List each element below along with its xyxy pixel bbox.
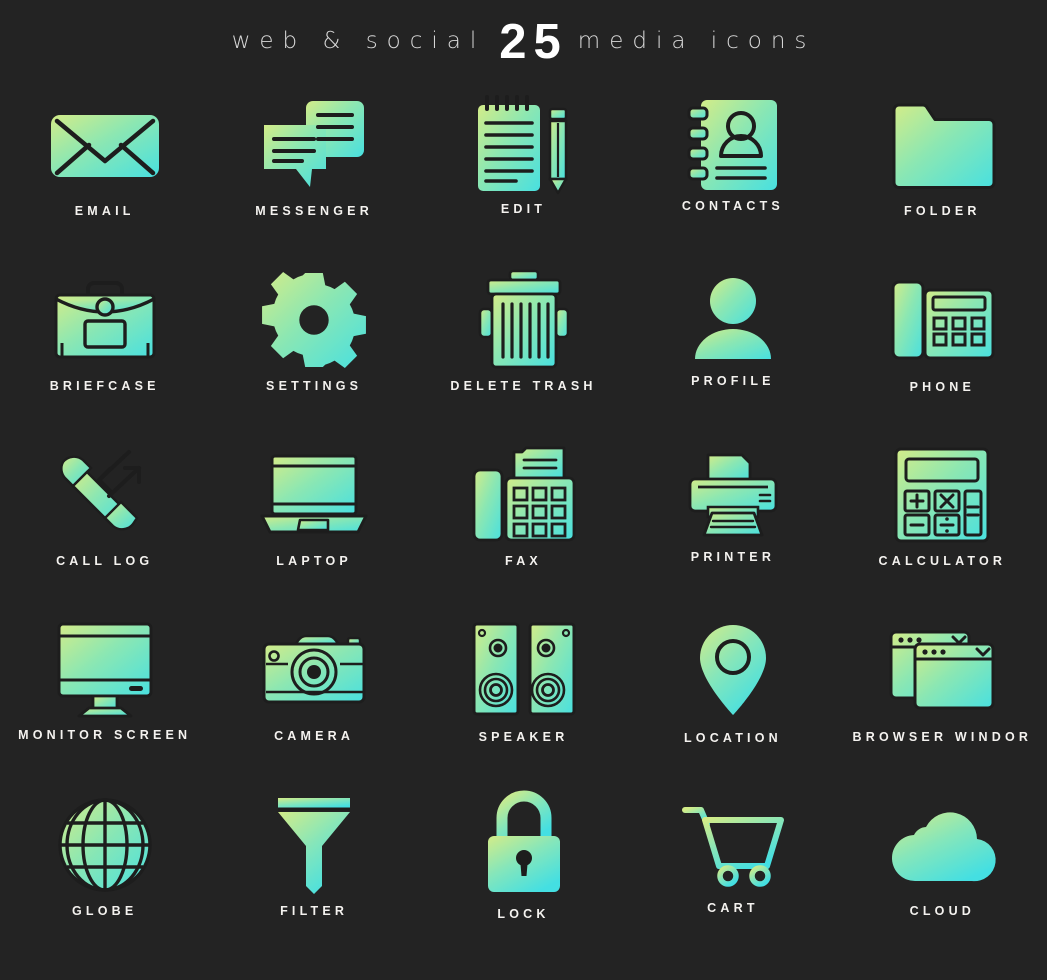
location-pin-icon[interactable] bbox=[697, 611, 769, 729]
icon-cell-filter[interactable]: FILTER bbox=[209, 786, 418, 961]
filter-funnel-icon[interactable] bbox=[276, 786, 352, 904]
icon-cell-messenger[interactable]: MESSENGER bbox=[209, 86, 418, 261]
icon-row: CALL LOG LAPTOP FAX PRINTER CALCULATOR bbox=[0, 436, 1047, 611]
desk-phone-icon[interactable] bbox=[889, 261, 995, 379]
shopping-cart-icon[interactable] bbox=[681, 786, 784, 904]
icon-row: BRIEFCASE SETTINGS DELETE TRASH PROFILE … bbox=[0, 261, 1047, 436]
lock-icon[interactable] bbox=[484, 786, 564, 904]
icon-set-poster: web & social 25 media icons EMAIL MESSEN… bbox=[0, 0, 1047, 980]
icon-label: EDIT bbox=[500, 202, 547, 216]
monitor-icon[interactable] bbox=[55, 611, 155, 729]
icon-label: LOCATION bbox=[683, 731, 782, 745]
icon-cell-edit[interactable]: EDIT bbox=[419, 86, 628, 261]
cloud-icon[interactable] bbox=[890, 786, 996, 904]
icon-label: CALL LOG bbox=[56, 554, 154, 568]
laptop-icon[interactable] bbox=[260, 436, 368, 554]
icon-label: SPEAKER bbox=[478, 730, 569, 744]
edit-icon[interactable] bbox=[476, 86, 572, 204]
email-icon[interactable] bbox=[49, 86, 161, 204]
printer-icon[interactable] bbox=[682, 436, 784, 554]
speaker-icon[interactable] bbox=[472, 611, 576, 729]
icon-cell-monitor-screen[interactable]: MONITOR SCREEN bbox=[0, 611, 209, 786]
icon-label: PRINTER bbox=[690, 550, 776, 564]
icon-label: CLOUD bbox=[909, 904, 976, 918]
fax-icon[interactable] bbox=[472, 436, 576, 554]
browser-window-icon[interactable] bbox=[889, 611, 995, 729]
contacts-icon[interactable] bbox=[685, 86, 781, 204]
header-right-text: media icons bbox=[577, 27, 816, 54]
icon-label: FILTER bbox=[280, 904, 349, 918]
icon-cell-delete-trash[interactable]: DELETE TRASH bbox=[419, 261, 628, 436]
icon-cell-settings[interactable]: SETTINGS bbox=[209, 261, 418, 436]
messenger-icon[interactable] bbox=[262, 86, 366, 204]
icon-cell-briefcase[interactable]: BRIEFCASE bbox=[0, 261, 209, 436]
icon-grid: EMAIL MESSENGER EDIT CONTACTS FOLDER BRI… bbox=[0, 86, 1047, 961]
briefcase-icon[interactable] bbox=[52, 261, 158, 379]
icon-cell-email[interactable]: EMAIL bbox=[0, 86, 209, 261]
icon-cell-contacts[interactable]: CONTACTS bbox=[628, 86, 837, 261]
icon-row: GLOBE FILTER LOCK CART CLOUD bbox=[0, 786, 1047, 961]
icon-label: FAX bbox=[505, 554, 542, 568]
icon-cell-camera[interactable]: CAMERA bbox=[209, 611, 418, 786]
icon-cell-lock[interactable]: LOCK bbox=[419, 786, 628, 961]
icon-label: CONTACTS bbox=[681, 199, 784, 213]
icon-label: MONITOR SCREEN bbox=[18, 728, 192, 742]
icon-cell-laptop[interactable]: LAPTOP bbox=[209, 436, 418, 611]
icon-cell-calculator[interactable]: CALCULATOR bbox=[838, 436, 1047, 611]
icon-label: LOCK bbox=[497, 907, 550, 921]
icon-label: PHONE bbox=[909, 380, 976, 394]
icon-cell-browser-window[interactable]: BROWSER WINDOR bbox=[838, 611, 1047, 786]
icon-cell-phone[interactable]: PHONE bbox=[838, 261, 1047, 436]
icon-cell-profile[interactable]: PROFILE bbox=[628, 261, 837, 436]
icon-label: BROWSER WINDOR bbox=[852, 730, 1033, 744]
icon-label: EMAIL bbox=[74, 204, 135, 218]
icon-label: BRIEFCASE bbox=[49, 379, 160, 393]
icon-label: MESSENGER bbox=[255, 204, 373, 218]
icon-label: LAPTOP bbox=[276, 554, 352, 568]
poster-header: web & social 25 media icons bbox=[0, 15, 1047, 69]
icon-label: SETTINGS bbox=[266, 379, 363, 393]
icon-cell-fax[interactable]: FAX bbox=[419, 436, 628, 611]
icon-row: EMAIL MESSENGER EDIT CONTACTS FOLDER bbox=[0, 86, 1047, 261]
icon-label: CART bbox=[707, 901, 759, 915]
folder-icon[interactable] bbox=[890, 86, 996, 204]
calculator-icon[interactable] bbox=[894, 436, 990, 554]
globe-icon[interactable] bbox=[57, 786, 153, 904]
icon-cell-folder[interactable]: FOLDER bbox=[838, 86, 1047, 261]
icon-cell-speaker[interactable]: SPEAKER bbox=[419, 611, 628, 786]
settings-gear-icon[interactable] bbox=[262, 261, 367, 379]
icon-cell-call-log[interactable]: CALL LOG bbox=[0, 436, 209, 611]
icon-label: CAMERA bbox=[274, 729, 355, 743]
icon-label: DELETE TRASH bbox=[450, 379, 597, 393]
profile-icon[interactable] bbox=[691, 261, 775, 379]
header-count: 25 bbox=[499, 15, 568, 69]
icon-label: PROFILE bbox=[691, 374, 775, 388]
icon-label: GLOBE bbox=[71, 904, 138, 918]
icon-cell-globe[interactable]: GLOBE bbox=[0, 786, 209, 961]
header-left-text: web & social bbox=[231, 27, 486, 54]
call-log-icon[interactable] bbox=[53, 436, 157, 554]
trash-icon[interactable] bbox=[478, 261, 570, 379]
icon-cell-location[interactable]: LOCATION bbox=[628, 611, 837, 786]
camera-icon[interactable] bbox=[262, 611, 366, 729]
icon-row: MONITOR SCREEN CAMERA SPEAKER LOCATION B… bbox=[0, 611, 1047, 786]
icon-label: CALCULATOR bbox=[878, 554, 1007, 568]
icon-cell-cart[interactable]: CART bbox=[628, 786, 837, 961]
icon-cell-cloud[interactable]: CLOUD bbox=[838, 786, 1047, 961]
icon-cell-printer[interactable]: PRINTER bbox=[628, 436, 837, 611]
icon-label: FOLDER bbox=[904, 204, 981, 218]
